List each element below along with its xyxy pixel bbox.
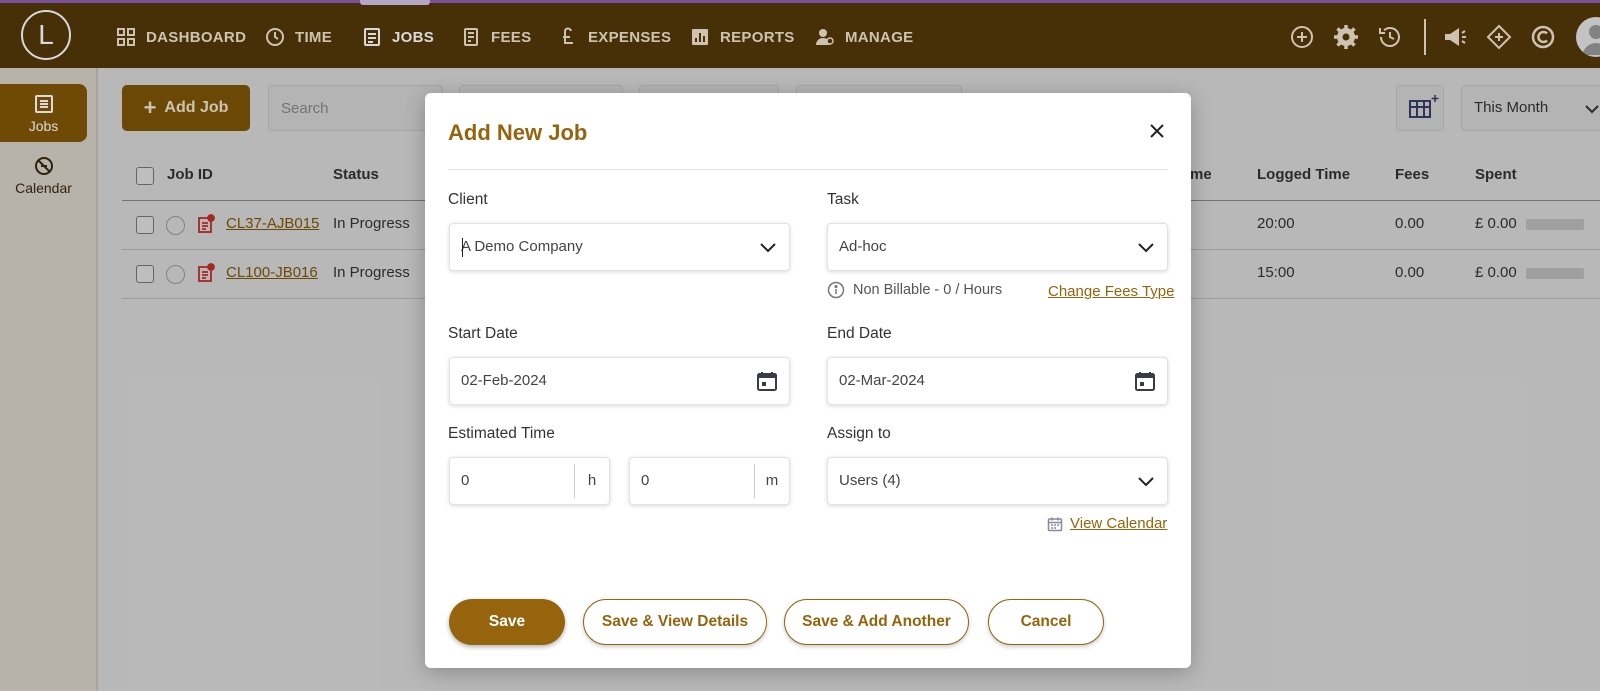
calendar-icon — [1047, 517, 1063, 531]
start-date-input[interactable]: 02-Feb-2024 — [449, 357, 790, 405]
calendar-icon[interactable] — [1134, 370, 1156, 392]
start-date-label: Start Date — [448, 325, 518, 342]
chevron-down-icon — [1138, 243, 1154, 253]
save-button[interactable]: Save — [449, 599, 565, 645]
calendar-icon[interactable] — [756, 370, 778, 392]
minutes-unit: m — [754, 464, 789, 498]
cancel-button[interactable]: Cancel — [988, 599, 1104, 645]
billing-info: Non Billable - 0 / Hours — [827, 281, 1002, 299]
dialog-title: Add New Job — [448, 120, 588, 145]
save-view-details-button[interactable]: Save & View Details — [583, 599, 767, 645]
estimated-minutes-input[interactable]: 0 m — [629, 457, 790, 505]
estimated-hours-input[interactable]: 0 h — [449, 457, 610, 505]
info-icon — [827, 281, 845, 299]
estimated-time-label: Estimated Time — [448, 425, 555, 442]
task-label: Task — [827, 191, 859, 208]
text-cursor — [462, 238, 463, 257]
client-select[interactable]: A Demo Company — [449, 223, 790, 271]
add-job-dialog: Add New Job Client A Demo Company Task A… — [425, 93, 1191, 668]
chevron-down-icon — [1138, 477, 1154, 487]
close-icon[interactable] — [1147, 121, 1167, 141]
save-add-another-button[interactable]: Save & Add Another — [784, 599, 969, 645]
end-date-label: End Date — [827, 325, 892, 342]
dialog-divider — [448, 169, 1168, 170]
client-label: Client — [448, 191, 488, 208]
assign-to-label: Assign to — [827, 425, 891, 442]
chevron-down-icon — [760, 243, 776, 253]
view-calendar-link[interactable]: View Calendar — [1070, 515, 1167, 532]
task-select[interactable]: Ad-hoc — [827, 223, 1168, 271]
hours-unit: h — [574, 464, 609, 498]
change-fees-type-link[interactable]: Change Fees Type — [1048, 283, 1174, 300]
end-date-input[interactable]: 02-Mar-2024 — [827, 357, 1168, 405]
view-calendar-row[interactable]: View Calendar — [1047, 515, 1167, 532]
assign-to-select[interactable]: Users (4) — [827, 457, 1168, 505]
